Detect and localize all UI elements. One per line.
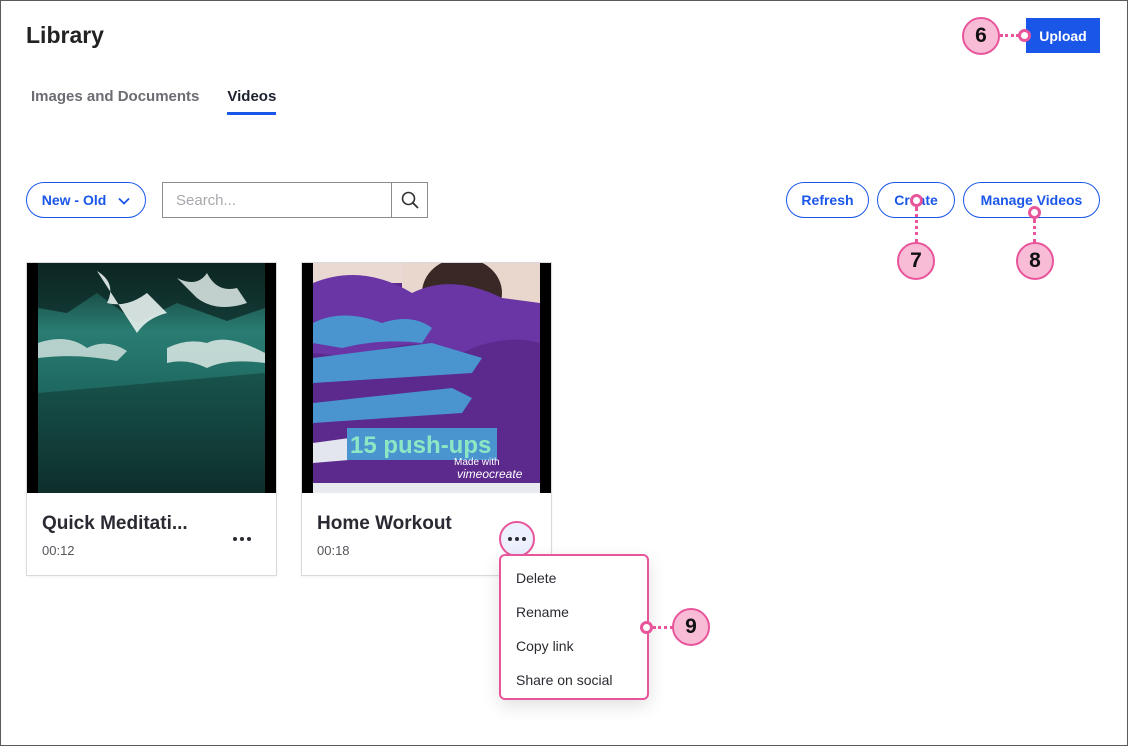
video-card[interactable]: Quick Meditati... 00:12 [26,262,277,576]
callout-8: 8 [1016,242,1054,280]
callout-7: 7 [897,242,935,280]
search-icon [401,191,419,209]
video-title: Home Workout [317,513,452,534]
video-duration: 00:12 [42,543,75,558]
video-card[interactable]: 15 push-ups Made with vimeocreate Home W… [301,262,552,576]
menu-item-rename[interactable]: Rename [501,598,647,632]
callout-6: 6 [962,17,1000,55]
callout-anchor [1018,29,1031,42]
video-overlay-text: 15 push-ups [350,432,491,459]
video-context-menu: Delete Rename Copy link Share on social [499,554,649,700]
more-options-button[interactable] [224,521,260,557]
video-thumbnail[interactable] [27,263,276,493]
menu-item-share-on-social[interactable]: Share on social [501,666,647,700]
callout-anchor [640,621,653,634]
watermark-brand: vimeocreate [457,467,523,481]
refresh-button[interactable]: Refresh [786,182,869,218]
sort-dropdown[interactable]: New - Old [26,182,146,218]
more-options-button[interactable] [499,521,535,557]
callout-connector [1000,34,1019,37]
page-title: Library [26,22,104,48]
menu-item-copy-link[interactable]: Copy link [501,632,647,666]
callout-9: 9 [672,608,710,646]
video-duration: 00:18 [317,543,350,558]
search-button[interactable] [391,183,427,217]
search-box [162,182,428,218]
callout-connector [915,207,918,243]
video-thumbnail[interactable]: 15 push-ups Made with vimeocreate [302,263,551,493]
sort-dropdown-value: New - Old [41,192,107,208]
callout-anchor [1028,206,1041,219]
callout-connector [1033,219,1036,243]
chevron-down-icon [118,192,130,208]
video-title: Quick Meditati... [42,513,188,534]
callout-anchor [910,194,923,207]
tab-videos[interactable]: Videos [227,88,277,115]
tab-images-and-documents[interactable]: Images and Documents [31,88,199,115]
upload-button[interactable]: Upload [1026,18,1100,53]
menu-item-delete[interactable]: Delete [501,564,647,598]
search-input[interactable] [163,183,391,217]
callout-connector [653,626,673,629]
library-tabs: Images and Documents Videos [31,88,277,115]
